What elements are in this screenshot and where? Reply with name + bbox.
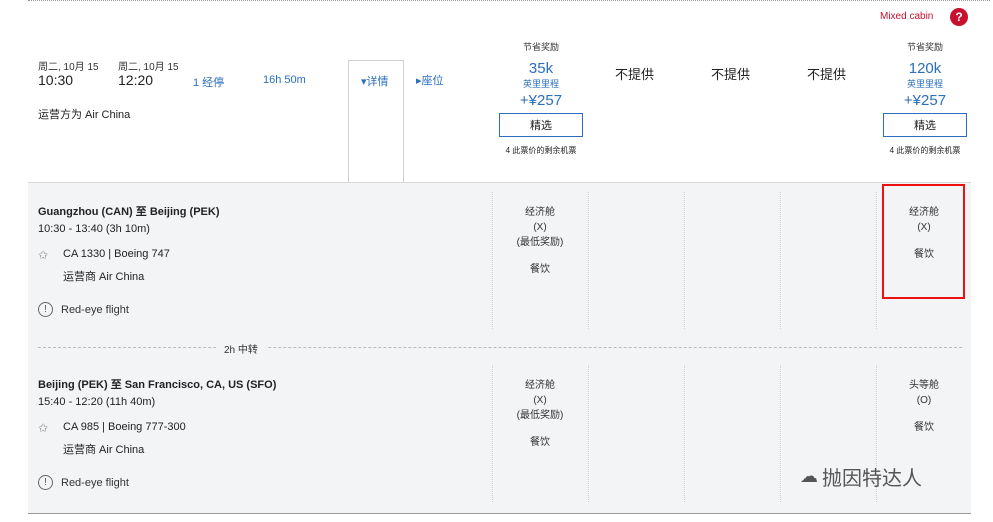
fare-unit: 英里里程: [522, 79, 559, 89]
star-alliance-icon: ✩: [38, 421, 49, 435]
cabin-code: (X): [533, 222, 547, 233]
operated-by: 运营方为 Air China: [38, 109, 131, 121]
connection-label: 2h 中转: [216, 341, 266, 356]
cabin-code: (O): [916, 395, 932, 406]
watermark: ☁ 抛因特达人: [800, 462, 922, 491]
wechat-icon: ☁: [800, 466, 818, 486]
top-divider: [28, 0, 990, 1]
segment-1-route: Guangzhou (CAN) 至 Beijing (PEK): [38, 206, 220, 218]
fare-miles: 35k: [528, 60, 554, 77]
segment-1-time: 10:30 - 13:40 (3h 10m): [38, 223, 150, 235]
fare-tax: +¥257: [903, 92, 947, 109]
select-button-fare-5[interactable]: 精选: [883, 113, 967, 137]
details-tab[interactable]: ▾详情: [348, 60, 404, 182]
fare-col-2-unavailable: 不提供: [615, 67, 655, 82]
depart-date: 周二, 10月 15: [38, 62, 99, 73]
highlight-box: [882, 184, 965, 299]
fare-remaining: 4 此票价的剩余机票: [505, 146, 577, 155]
fare-remaining: 4 此票价的剩余机票: [889, 146, 961, 155]
cabin-name: 经济舱: [525, 207, 555, 218]
help-icon[interactable]: ?: [950, 8, 968, 26]
segment-1-redeye: Red-eye flight: [61, 304, 129, 316]
segment-1-fare-1-cabin: 经济舱 (X) (最低奖励) 餐饮: [490, 205, 590, 277]
watermark-text: 抛因特达人: [822, 468, 922, 490]
duration: 16h 50m: [263, 74, 306, 86]
segment-2-route: Beijing (PEK) 至 San Francisco, CA, US (S…: [38, 379, 277, 391]
fare-col-1: 节省奖励 35k 英里里程 +¥257 精选 4 此票价的剩余机票: [491, 40, 591, 156]
fare-miles: 120k: [908, 60, 942, 77]
connection-divider: [38, 347, 962, 348]
cabin-note: (最低奖励): [516, 410, 564, 421]
fare-tax: +¥257: [519, 92, 563, 109]
cabin-note: (最低奖励): [516, 237, 564, 248]
seats-link[interactable]: ▸座位: [416, 72, 444, 88]
segment-2-redeye: Red-eye flight: [61, 477, 129, 489]
segment-2-fare-5-cabin: 头等舱 (O) 餐饮: [874, 378, 974, 435]
meal-label: 餐饮: [914, 422, 934, 433]
segment-1-operator: 运营商 Air China: [63, 271, 145, 283]
column-divider: [780, 365, 781, 502]
segment-1-flight: CA 1330 | Boeing 747: [63, 248, 170, 260]
alert-icon: !: [38, 475, 53, 490]
segment-2-operator: 运营商 Air China: [63, 444, 145, 456]
select-button-fare-1[interactable]: 精选: [499, 113, 583, 137]
star-alliance-icon: ✩: [38, 248, 49, 262]
column-divider: [684, 192, 685, 329]
arrive-date: 周二, 10月 15: [118, 62, 179, 73]
fare-col-3-unavailable: 不提供: [711, 67, 751, 82]
alert-icon: !: [38, 302, 53, 317]
column-divider: [780, 192, 781, 329]
stops-link[interactable]: 1 经停: [193, 74, 224, 90]
segment-2-flight: CA 985 | Boeing 777-300: [63, 421, 186, 433]
fare-label: 节省奖励: [522, 42, 559, 52]
mixed-cabin-label: Mixed cabin: [880, 11, 934, 22]
details-label: ▾详情: [361, 76, 389, 88]
meal-label: 餐饮: [530, 437, 550, 448]
cabin-name: 经济舱: [525, 380, 555, 391]
segment-2-time: 15:40 - 12:20 (11h 40m): [38, 396, 156, 408]
column-divider: [684, 365, 685, 502]
fare-col-4-unavailable: 不提供: [807, 67, 847, 82]
depart-time: 10:30: [38, 72, 74, 88]
segment-2-fare-1-cabin: 经济舱 (X) (最低奖励) 餐饮: [490, 378, 590, 450]
fare-unit: 英里里程: [906, 79, 943, 89]
fare-col-5: 节省奖励 120k 英里里程 +¥257 精选 4 此票价的剩余机票: [875, 40, 975, 156]
cabin-code: (X): [533, 395, 547, 406]
arrive-time: 12:20: [118, 72, 154, 88]
fare-label: 节省奖励: [906, 42, 943, 52]
cabin-name: 头等舱: [909, 380, 939, 391]
meal-label: 餐饮: [530, 264, 550, 275]
